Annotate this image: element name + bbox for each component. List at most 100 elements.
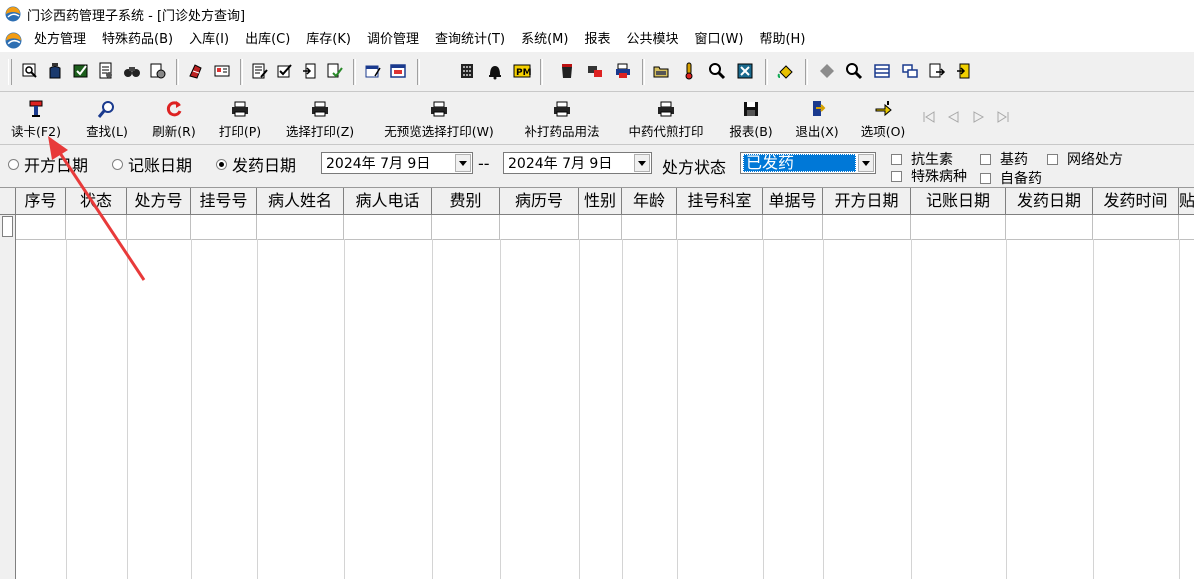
table-cell[interactable] bbox=[823, 215, 911, 239]
window-split-icon[interactable] bbox=[899, 60, 921, 82]
column-header[interactable]: 病人电话 bbox=[344, 188, 432, 214]
next-record-button[interactable] bbox=[968, 92, 990, 142]
no-preview-print-button[interactable]: 无预览选择打印(W) bbox=[370, 92, 508, 142]
thermometer-icon[interactable] bbox=[678, 60, 700, 82]
date-from-picker[interactable]: 2024年 7月 9日 bbox=[321, 152, 473, 174]
table-cell[interactable] bbox=[622, 215, 677, 239]
column-header[interactable]: 状态 bbox=[66, 188, 127, 214]
date-to-picker[interactable]: 2024年 7月 9日 bbox=[503, 152, 652, 174]
table-row[interactable] bbox=[16, 215, 1194, 240]
column-header[interactable]: 发药时间 bbox=[1093, 188, 1179, 214]
table-cell[interactable] bbox=[1179, 215, 1194, 239]
menu-stock-out[interactable]: 出库(C) bbox=[237, 29, 298, 51]
status-select[interactable]: 已发药 bbox=[740, 152, 876, 174]
stamp-icon[interactable] bbox=[584, 60, 606, 82]
list-edit-icon[interactable] bbox=[249, 60, 271, 82]
prev-record-button[interactable] bbox=[942, 92, 964, 142]
doc-arrow-icon[interactable] bbox=[926, 60, 948, 82]
close-box-icon[interactable] bbox=[734, 60, 756, 82]
column-header[interactable]: 开方日期 bbox=[823, 188, 911, 214]
exit-door-icon[interactable] bbox=[299, 60, 321, 82]
read-card-button[interactable]: 读卡(F2) bbox=[2, 92, 70, 142]
table-cell[interactable] bbox=[432, 215, 500, 239]
report-button[interactable]: 报表(B) bbox=[720, 92, 782, 142]
calculator-icon[interactable] bbox=[456, 60, 478, 82]
document-stamp-icon[interactable] bbox=[95, 60, 117, 82]
print-preview-icon[interactable] bbox=[19, 60, 41, 82]
table-cell[interactable] bbox=[911, 215, 1006, 239]
options-button[interactable]: 选项(O) bbox=[852, 92, 914, 142]
essential-drug-checkbox[interactable]: 基药 bbox=[980, 149, 1028, 169]
table-cell[interactable] bbox=[1093, 215, 1179, 239]
doc-check-icon[interactable] bbox=[324, 60, 346, 82]
prescription-grid[interactable]: 序号 状态 处方号 挂号号 病人姓名 病人电话 费别 病历号 性别 年龄 挂号科… bbox=[0, 187, 1194, 579]
card-icon[interactable] bbox=[211, 60, 233, 82]
exit-icon[interactable] bbox=[953, 60, 975, 82]
menu-window[interactable]: 窗口(W) bbox=[686, 29, 751, 51]
column-header[interactable]: 记账日期 bbox=[911, 188, 1006, 214]
column-header[interactable]: 处方号 bbox=[127, 188, 191, 214]
check-box-icon[interactable] bbox=[70, 60, 92, 82]
radio-billing-date[interactable]: 记账日期 bbox=[112, 152, 192, 176]
table-cell[interactable] bbox=[763, 215, 823, 239]
table-cell[interactable] bbox=[579, 215, 622, 239]
binoculars-icon[interactable] bbox=[121, 60, 143, 82]
last-record-button[interactable] bbox=[992, 92, 1014, 142]
magnifier-icon[interactable] bbox=[706, 60, 728, 82]
column-header[interactable]: 发药日期 bbox=[1006, 188, 1093, 214]
search-icon[interactable] bbox=[843, 60, 865, 82]
reprint-usage-button[interactable]: 补打药品用法 bbox=[512, 92, 612, 142]
column-header[interactable]: 病人姓名 bbox=[257, 188, 344, 214]
pm-icon[interactable]: PM bbox=[511, 60, 533, 82]
menu-prescription[interactable]: 处方管理 bbox=[26, 29, 94, 51]
table-cell[interactable] bbox=[500, 215, 579, 239]
table-cell[interactable] bbox=[257, 215, 344, 239]
table-cell[interactable] bbox=[16, 215, 66, 239]
column-header[interactable]: 单据号 bbox=[763, 188, 823, 214]
table-cell[interactable] bbox=[191, 215, 257, 239]
column-header[interactable]: 挂号科室 bbox=[677, 188, 763, 214]
special-disease-checkbox[interactable]: 特殊病种 bbox=[891, 166, 967, 186]
gray-circle-icon[interactable] bbox=[816, 60, 838, 82]
column-header[interactable]: 费别 bbox=[432, 188, 500, 214]
column-header[interactable]: 性别 bbox=[579, 188, 622, 214]
table-cell[interactable] bbox=[127, 215, 191, 239]
folder-icon[interactable] bbox=[650, 60, 672, 82]
app-logo-icon[interactable] bbox=[5, 32, 22, 49]
menu-help[interactable]: 帮助(H) bbox=[751, 29, 813, 51]
bell-icon[interactable] bbox=[484, 60, 506, 82]
menu-system[interactable]: 系统(M) bbox=[513, 29, 576, 51]
table-cell[interactable] bbox=[677, 215, 763, 239]
column-header[interactable]: 贴 bbox=[1179, 188, 1194, 214]
refresh-button[interactable]: 刷新(R) bbox=[144, 92, 204, 142]
radio-dispense-date[interactable]: 发药日期 bbox=[216, 152, 296, 176]
radio-prescribe-date[interactable]: 开方日期 bbox=[8, 152, 88, 176]
table-cell[interactable] bbox=[344, 215, 432, 239]
table-cell[interactable] bbox=[66, 215, 127, 239]
menu-query-stats[interactable]: 查询统计(T) bbox=[427, 29, 513, 51]
menu-stock-in[interactable]: 入库(I) bbox=[181, 29, 237, 51]
column-header[interactable]: 挂号号 bbox=[191, 188, 257, 214]
paint-bucket-icon[interactable] bbox=[775, 60, 797, 82]
menu-price-adjust[interactable]: 调价管理 bbox=[359, 29, 427, 51]
herbal-print-button[interactable]: 中药代煎打印 bbox=[616, 92, 716, 142]
medicine-bottle-icon[interactable] bbox=[44, 60, 66, 82]
chevron-down-icon[interactable] bbox=[858, 154, 874, 172]
toolbar-grip[interactable] bbox=[8, 59, 12, 85]
exit-button[interactable]: 退出(X) bbox=[786, 92, 848, 142]
chevron-down-icon[interactable] bbox=[455, 154, 471, 172]
menu-common-modules[interactable]: 公共模块 bbox=[618, 29, 686, 51]
table-cell[interactable] bbox=[1006, 215, 1093, 239]
first-record-button[interactable] bbox=[918, 92, 940, 142]
check-list-icon[interactable] bbox=[274, 60, 296, 82]
drug-tag-icon[interactable] bbox=[185, 60, 207, 82]
chevron-down-icon[interactable] bbox=[634, 154, 650, 172]
column-header[interactable]: 序号 bbox=[16, 188, 66, 214]
menu-special-drugs[interactable]: 特殊药品(B) bbox=[94, 29, 181, 51]
print-button[interactable]: 打印(P) bbox=[210, 92, 270, 142]
printer-icon[interactable] bbox=[612, 60, 634, 82]
list-icon[interactable] bbox=[871, 60, 893, 82]
select-print-button[interactable]: 选择打印(Z) bbox=[276, 92, 364, 142]
self-supplied-checkbox[interactable]: 自备药 bbox=[980, 168, 1042, 188]
form-edit-icon[interactable] bbox=[362, 60, 384, 82]
